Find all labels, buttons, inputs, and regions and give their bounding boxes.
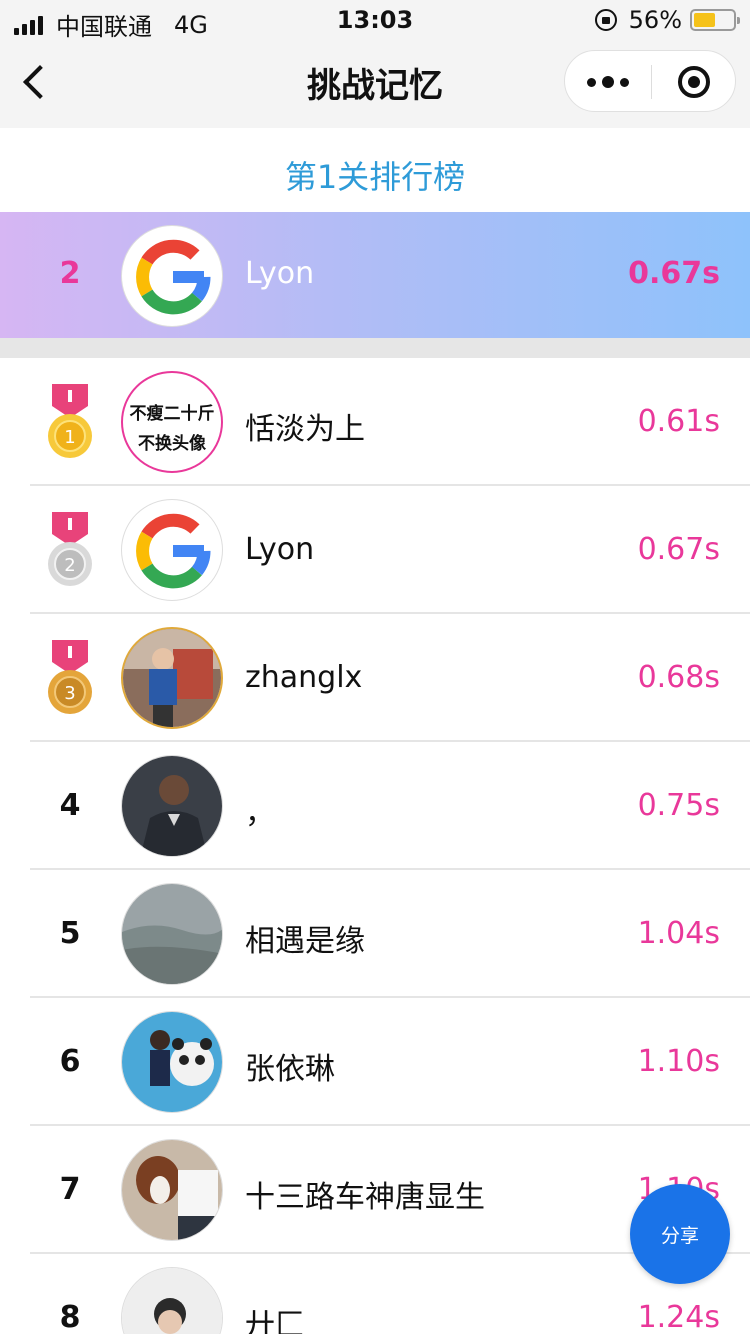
battery-percent: 56% bbox=[628, 6, 682, 34]
dog-photo-icon bbox=[122, 1140, 222, 1240]
player-score: 1.04s bbox=[637, 916, 720, 951]
svg-text:1: 1 bbox=[64, 427, 75, 448]
player-score: 1.10s bbox=[637, 1044, 720, 1079]
player-name: ， bbox=[245, 796, 275, 831]
avatar bbox=[121, 755, 223, 857]
rank-number: 4 bbox=[59, 788, 81, 823]
player-name: 张依琳 bbox=[245, 1052, 335, 1087]
rotation-lock-icon bbox=[594, 9, 617, 31]
my-rank-number: 2 bbox=[59, 256, 81, 291]
google-logo-icon bbox=[136, 513, 211, 589]
mini-program-capsule bbox=[564, 50, 736, 112]
boy-photo-icon bbox=[123, 629, 221, 727]
rank-number: 8 bbox=[59, 1300, 81, 1334]
svg-text:2: 2 bbox=[64, 555, 75, 576]
player-name: 十三路车神唐显生 bbox=[245, 1180, 485, 1215]
status-right: 56% bbox=[594, 6, 740, 34]
girl-panda-photo-icon bbox=[122, 1012, 222, 1112]
list-item: 4 ， 0.75s bbox=[0, 742, 750, 870]
section-separator bbox=[0, 338, 750, 358]
leaderboard-title: 第1关排行榜 bbox=[284, 158, 466, 196]
player-name: 恬淡为上 bbox=[245, 412, 365, 447]
avatar bbox=[121, 627, 223, 729]
my-name: Lyon bbox=[245, 256, 315, 291]
ranking-list: 1 不瘦二十斤 不换头像 恬淡为上 0.61s 2 Lyon 0.67s 3 z… bbox=[0, 358, 750, 1334]
player-score: 0.67s bbox=[637, 532, 720, 567]
silver-medal-icon: 2 bbox=[48, 512, 92, 586]
list-item: 2 Lyon 0.67s bbox=[0, 486, 750, 614]
player-name: 廾匚 bbox=[245, 1308, 305, 1334]
avatar bbox=[121, 1267, 223, 1334]
google-logo-icon bbox=[136, 239, 211, 315]
battery-icon bbox=[690, 9, 740, 31]
svg-text:3: 3 bbox=[64, 683, 75, 704]
avatar bbox=[121, 225, 223, 327]
player-name: 相遇是缘 bbox=[245, 924, 365, 959]
list-item: 3 zhanglx 0.68s bbox=[0, 614, 750, 742]
avatar-text: 不瘦二十斤 bbox=[129, 404, 215, 424]
bronze-medal-icon: 3 bbox=[48, 640, 92, 714]
avatar: 不瘦二十斤 不换头像 bbox=[121, 371, 223, 473]
rank-number: 6 bbox=[59, 1044, 81, 1079]
list-item: 6 张依琳 1.10s bbox=[0, 998, 750, 1126]
more-dots-icon[interactable] bbox=[565, 51, 651, 113]
player-score: 0.68s bbox=[637, 660, 720, 695]
list-item: 8 廾匚 1.24s bbox=[0, 1254, 750, 1334]
my-score: 0.67s bbox=[628, 256, 720, 291]
player-name: Lyon bbox=[245, 532, 315, 567]
avatar-text: 不换头像 bbox=[138, 434, 206, 454]
avatar bbox=[121, 1011, 223, 1113]
player-score: 1.24s bbox=[637, 1300, 720, 1334]
gold-medal-icon: 1 bbox=[48, 384, 92, 458]
rank-number: 5 bbox=[59, 916, 81, 951]
list-item: 5 相遇是缘 1.04s bbox=[0, 870, 750, 998]
person-photo-icon bbox=[122, 1268, 222, 1334]
nav-bar: 挑战记忆 bbox=[0, 40, 750, 128]
player-score: 0.61s bbox=[637, 404, 720, 439]
target-close-icon[interactable] bbox=[651, 51, 737, 113]
landscape-photo-icon bbox=[122, 884, 222, 984]
avatar bbox=[121, 883, 223, 985]
avatar bbox=[121, 499, 223, 601]
my-rank-row: 2 Lyon 0.67s bbox=[0, 212, 750, 338]
rank-number: 7 bbox=[59, 1172, 81, 1207]
player-score: 0.75s bbox=[637, 788, 720, 823]
avatar bbox=[121, 1139, 223, 1241]
share-button[interactable]: 分享 bbox=[630, 1184, 730, 1284]
man-suit-photo-icon bbox=[122, 756, 222, 856]
player-name: zhanglx bbox=[245, 660, 363, 695]
list-item: 1 不瘦二十斤 不换头像 恬淡为上 0.61s bbox=[0, 358, 750, 486]
status-bar: 中国联通 4G 13:03 56% bbox=[0, 0, 750, 41]
